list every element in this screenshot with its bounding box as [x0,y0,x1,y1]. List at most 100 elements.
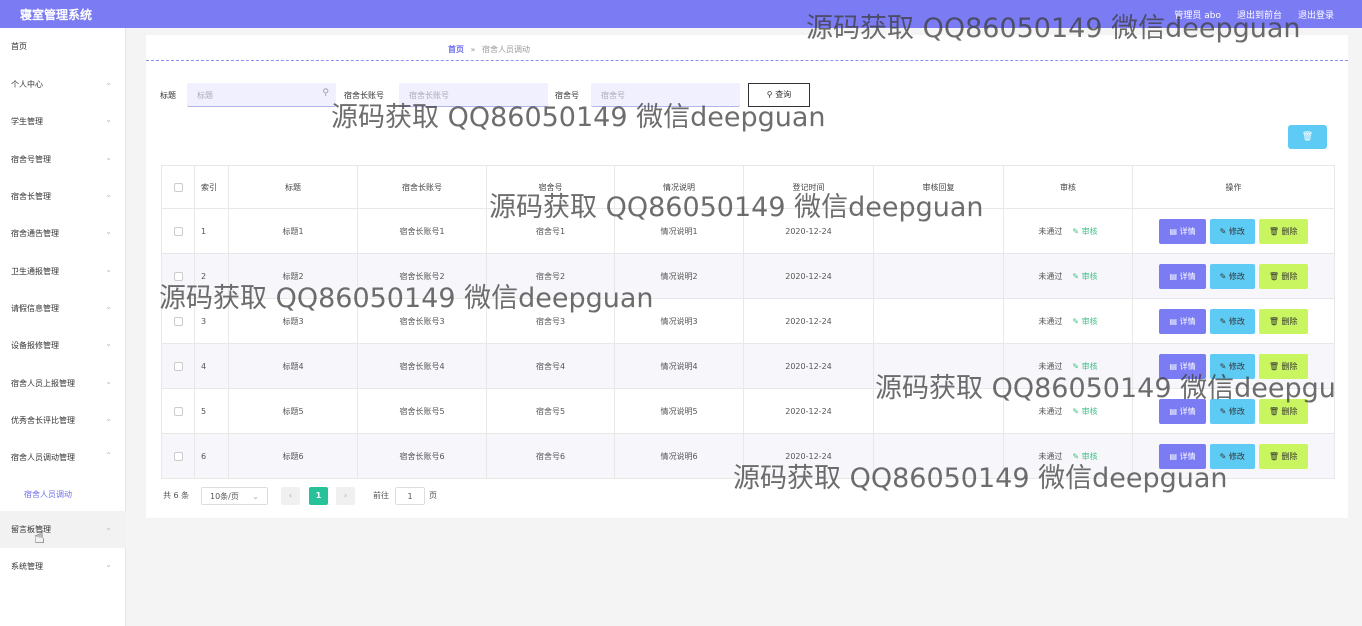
audit-link[interactable]: ✎ 审核 [1072,362,1097,371]
chevron-down-icon: ⌄ [105,227,112,236]
row-checkbox[interactable] [161,388,195,434]
chevron-down-icon: ⌄ [105,190,112,199]
cell-index: 3 [194,298,229,344]
sidebar-item[interactable]: 优秀舍长评比管理 ⌄ [0,402,126,439]
page-size-select[interactable]: 10条/页 ⌄ [201,487,268,505]
cell-actions: ▤ 详情 ✎ 修改 🗑 删除 [1132,208,1335,254]
cell-reply [873,388,1004,434]
chevron-down-icon: ⌄ [105,153,112,162]
sidebar-item[interactable]: 学生管理 ⌄ [0,103,126,140]
breadcrumb: 首页 » 宿舍人员调动 [448,44,530,55]
edit-button[interactable]: ✎ 修改 [1209,443,1255,469]
chevron-down-icon: ⌄ [105,377,112,386]
edit-button[interactable]: ✎ 修改 [1209,353,1255,379]
delete-button[interactable]: 🗑 删除 [1258,398,1308,424]
sidebar-item[interactable]: 宿舍人员上报管理 ⌄ [0,365,126,402]
top-bar: 寝室管理系统 管理员 abo 退出到前台 退出登录 [0,0,1362,28]
logout-link[interactable]: 退出登录 [1298,8,1334,21]
batch-delete-button[interactable]: 🗑 [1288,125,1327,149]
sidebar-item-label: 请假信息管理 [11,304,59,313]
next-page-button[interactable]: › [336,487,355,505]
sidebar-item[interactable]: 宿舍长管理 ⌄ [0,178,126,215]
sidebar-item[interactable]: 系统管理 ⌄ [0,548,126,585]
room-label: 宿舍号 [555,91,579,100]
prev-page-button[interactable]: ‹ [281,487,300,505]
edit-button[interactable]: ✎ 修改 [1209,308,1255,334]
audit-link[interactable]: ✎ 审核 [1072,407,1097,416]
detail-label: 详情 [1179,406,1196,416]
data-table: 索引 标题 宿舍长账号 宿舍号 情况说明 登记时间 审核回复 审核 操作 1 标题… [161,165,1335,479]
audit-link[interactable]: ✎ 审核 [1072,272,1097,281]
sidebar-item[interactable]: 卫生通报管理 ⌄ [0,253,126,290]
back-to-front-link[interactable]: 退出到前台 [1237,8,1282,21]
goto-page-input[interactable]: 1 [395,487,425,505]
room-search-input[interactable]: 宿舍号 [591,83,740,107]
sidebar-item[interactable]: 设备报修管理 ⌄ [0,327,126,364]
sidebar-item[interactable]: 请假信息管理 ⌄ [0,290,126,327]
edit-button[interactable]: ✎ 修改 [1209,218,1255,244]
edit-icon: ✎ [1219,451,1227,461]
sidebar-item-label: 首页 [11,42,27,51]
audit-link[interactable]: ✎ 审核 [1072,227,1097,236]
detail-button[interactable]: ▤ 详情 [1159,218,1206,244]
cell-audit: 未通过 ✎ 审核 [1003,388,1133,434]
row-checkbox[interactable] [161,343,195,389]
edit-icon: ✎ [1219,271,1227,281]
delete-button[interactable]: 🗑 删除 [1258,353,1308,379]
delete-button[interactable]: 🗑 删除 [1258,308,1308,334]
document-icon: ▤ [1169,271,1178,281]
title-search-input[interactable]: 标题 ⚲ [187,83,336,107]
cell-desc: 情况说明1 [614,208,744,254]
sidebar-item-label: 宿舍人员调动 [24,490,72,499]
audit-link[interactable]: ✎ 审核 [1072,452,1097,461]
goto-label: 前往 [373,491,389,500]
chevron-down-icon: ⌄ [105,115,112,124]
row-checkbox[interactable] [161,253,195,299]
query-button[interactable]: ⚲ 查询 [748,83,810,107]
sidebar-subitem[interactable]: 宿舍人员调动 [0,476,126,513]
cell-actions: ▤ 详情 ✎ 修改 🗑 删除 [1132,253,1335,299]
sidebar-item[interactable]: 首页 [0,28,126,65]
sidebar-item[interactable]: 个人中心 ⌄ [0,66,126,103]
cell-index: 2 [194,253,229,299]
chevron-down-icon: ⌄ [105,523,112,532]
detail-button[interactable]: ▤ 详情 [1159,308,1206,334]
sidebar-item[interactable]: 宿舍通告管理 ⌄ [0,215,126,252]
detail-button[interactable]: ▤ 详情 [1159,263,1206,289]
cell-audit: 未通过 ✎ 审核 [1003,208,1133,254]
delete-label: 删除 [1281,226,1298,236]
current-user: 管理员 abo [1174,11,1221,21]
sidebar-item[interactable]: 宿舍人员调动管理 ⌃ [0,439,126,476]
breadcrumb-home[interactable]: 首页 [448,45,464,54]
audit-status: 未通过 [1038,451,1063,461]
detail-button[interactable]: ▤ 详情 [1159,398,1206,424]
delete-button[interactable]: 🗑 删除 [1258,218,1308,244]
account-search-input[interactable]: 宿舍长账号 [399,83,548,107]
delete-button[interactable]: 🗑 删除 [1258,443,1308,469]
delete-button[interactable]: 🗑 删除 [1258,263,1308,289]
cell-account: 宿舍长账号4 [357,343,487,389]
row-checkbox[interactable] [161,208,195,254]
cell-reply [873,433,1004,479]
audit-link[interactable]: ✎ 审核 [1072,317,1097,326]
chevron-down-icon: ⌄ [105,78,112,87]
cell-actions: ▤ 详情 ✎ 修改 🗑 删除 [1132,433,1335,479]
row-checkbox[interactable] [161,298,195,344]
detail-button[interactable]: ▤ 详情 [1159,443,1206,469]
row-checkbox[interactable] [161,433,195,479]
cell-actions: ▤ 详情 ✎ 修改 🗑 删除 [1132,343,1335,389]
edit-button[interactable]: ✎ 修改 [1209,398,1255,424]
sidebar-item-label: 卫生通报管理 [11,267,59,276]
audit-link-label: 审核 [1081,316,1098,326]
detail-button[interactable]: ▤ 详情 [1159,353,1206,379]
audit-status: 未通过 [1038,271,1063,281]
cell-desc: 情况说明6 [614,433,744,479]
page-1-button[interactable]: 1 [309,487,328,505]
edit-label: 修改 [1228,451,1245,461]
edit-button[interactable]: ✎ 修改 [1209,263,1255,289]
cell-date: 2020-12-24 [743,208,874,254]
header-audit: 审核 [1003,165,1133,209]
select-all-checkbox[interactable] [161,165,195,209]
sidebar-item[interactable]: 宿舍号管理 ⌄ [0,141,126,178]
sidebar-item[interactable]: 留言板管理 ⌄ [0,511,126,548]
